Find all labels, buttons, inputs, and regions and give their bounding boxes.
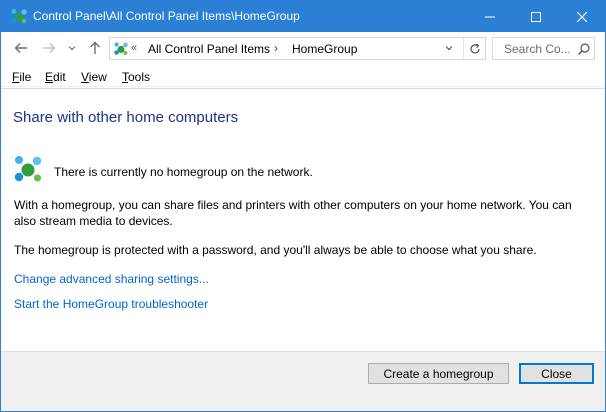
refresh-button[interactable] xyxy=(463,38,485,59)
address-bar[interactable]: « All Control Panel Items › HomeGroup xyxy=(109,37,486,60)
menu-label-rest: dit xyxy=(53,70,66,84)
homegroup-status-text: There is currently no homegroup on the n… xyxy=(54,165,313,179)
search-box[interactable]: Search Co... xyxy=(492,37,595,60)
breadcrumb-separator-icon[interactable]: › xyxy=(274,41,278,55)
dialog-footer: Create a homegroup Close xyxy=(1,351,605,411)
breadcrumb-all-control-panel-items[interactable]: All Control Panel Items xyxy=(148,42,270,56)
chevron-down-icon xyxy=(445,46,453,51)
overflow-chevron[interactable]: « xyxy=(131,42,137,54)
menu-bar: File Edit View Tools xyxy=(1,65,605,87)
back-button[interactable] xyxy=(11,38,31,58)
password-note: The homegroup is protected with a passwo… xyxy=(14,243,537,257)
minimize-icon xyxy=(485,16,495,17)
main-content: Share with other home computers There is… xyxy=(1,88,605,350)
minimize-button[interactable] xyxy=(467,1,513,32)
change-advanced-sharing-link[interactable]: Change advanced sharing settings... xyxy=(14,272,209,286)
menu-accelerator: E xyxy=(45,70,54,84)
close-window-button[interactable] xyxy=(559,1,605,32)
menu-label-rest: iew xyxy=(88,70,107,84)
homegroup-description: With a homegroup, you can share files an… xyxy=(14,198,572,228)
close-button[interactable]: Close xyxy=(519,363,594,384)
search-input[interactable]: Search Co... xyxy=(504,42,571,56)
homegroup-icon xyxy=(14,156,42,182)
menu-view[interactable]: View xyxy=(81,70,107,84)
create-homegroup-button[interactable]: Create a homegroup xyxy=(368,363,509,384)
maximize-icon xyxy=(531,11,541,22)
title-bar: Control Panel\All Control Panel Items\Ho… xyxy=(1,1,605,32)
menu-tools[interactable]: Tools xyxy=(122,70,150,84)
window-title: Control Panel\All Control Panel Items\Ho… xyxy=(33,9,300,23)
menu-label-rest: ile xyxy=(19,70,32,84)
recent-locations-button[interactable] xyxy=(65,38,79,58)
homegroup-window: Control Panel\All Control Panel Items\Ho… xyxy=(0,0,606,412)
navigation-bar: « All Control Panel Items › HomeGroup Se… xyxy=(1,32,605,65)
breadcrumb-homegroup[interactable]: HomeGroup xyxy=(292,42,357,56)
homegroup-troubleshooter-link[interactable]: Start the HomeGroup troubleshooter xyxy=(14,297,208,311)
menu-file[interactable]: File xyxy=(12,70,31,84)
chevron-down-icon xyxy=(68,46,76,51)
homegroup-icon xyxy=(114,42,128,55)
arrow-right-icon xyxy=(43,43,56,53)
forward-button[interactable] xyxy=(39,38,59,58)
maximize-button[interactable] xyxy=(513,1,559,32)
menu-accelerator: V xyxy=(81,70,89,84)
menu-edit[interactable]: Edit xyxy=(45,70,66,84)
address-dropdown-button[interactable] xyxy=(445,43,453,53)
page-title: Share with other home computers xyxy=(13,109,239,126)
menu-label-rest: ools xyxy=(128,70,151,84)
search-icon xyxy=(578,43,590,55)
arrow-left-icon xyxy=(14,43,27,53)
up-button[interactable] xyxy=(85,38,105,58)
arrow-up-icon xyxy=(90,41,100,54)
refresh-icon xyxy=(469,43,480,53)
homegroup-icon xyxy=(11,9,27,24)
close-icon xyxy=(577,11,587,22)
